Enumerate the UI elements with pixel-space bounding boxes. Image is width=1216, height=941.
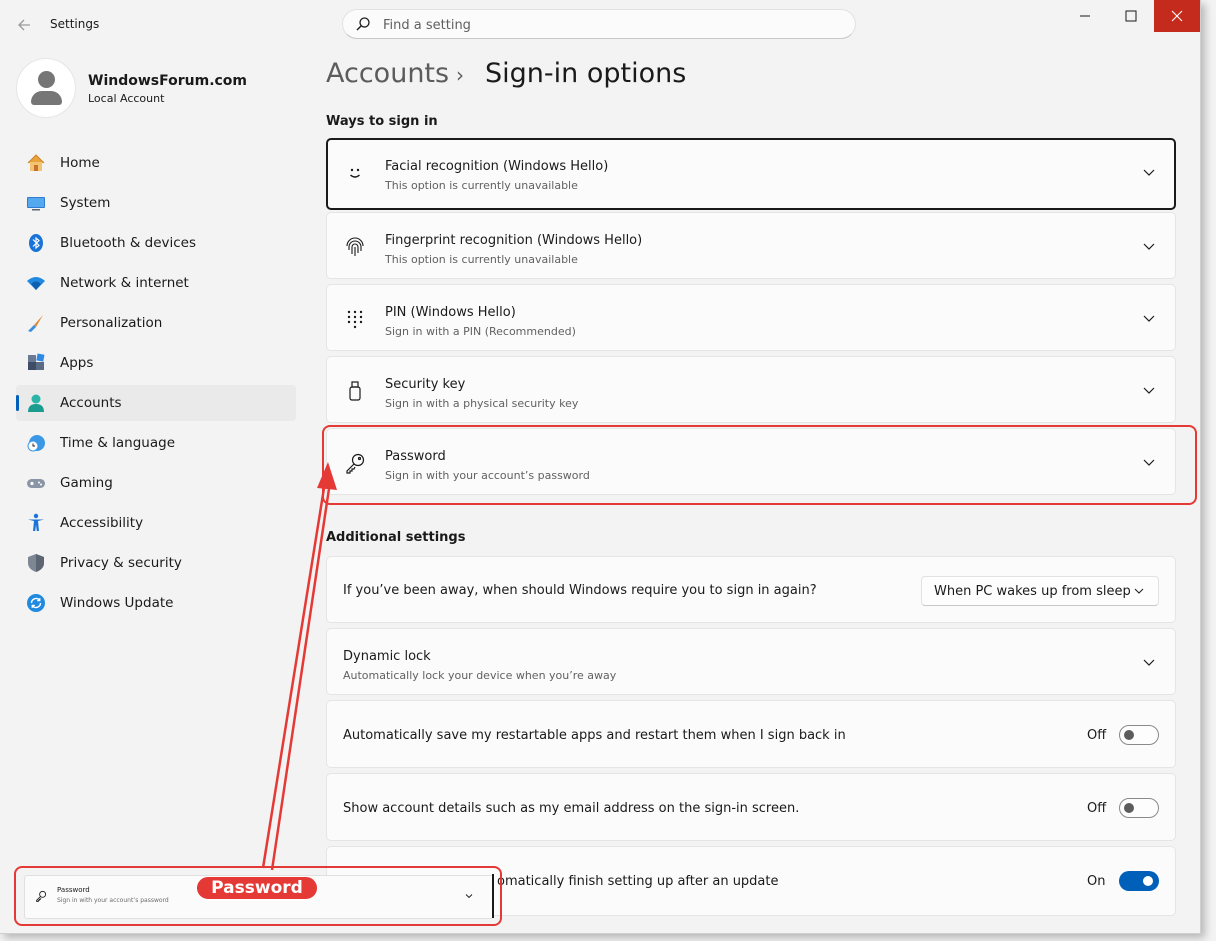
callout-arrow — [261, 462, 337, 871]
password-callout-label: Password — [196, 876, 318, 900]
